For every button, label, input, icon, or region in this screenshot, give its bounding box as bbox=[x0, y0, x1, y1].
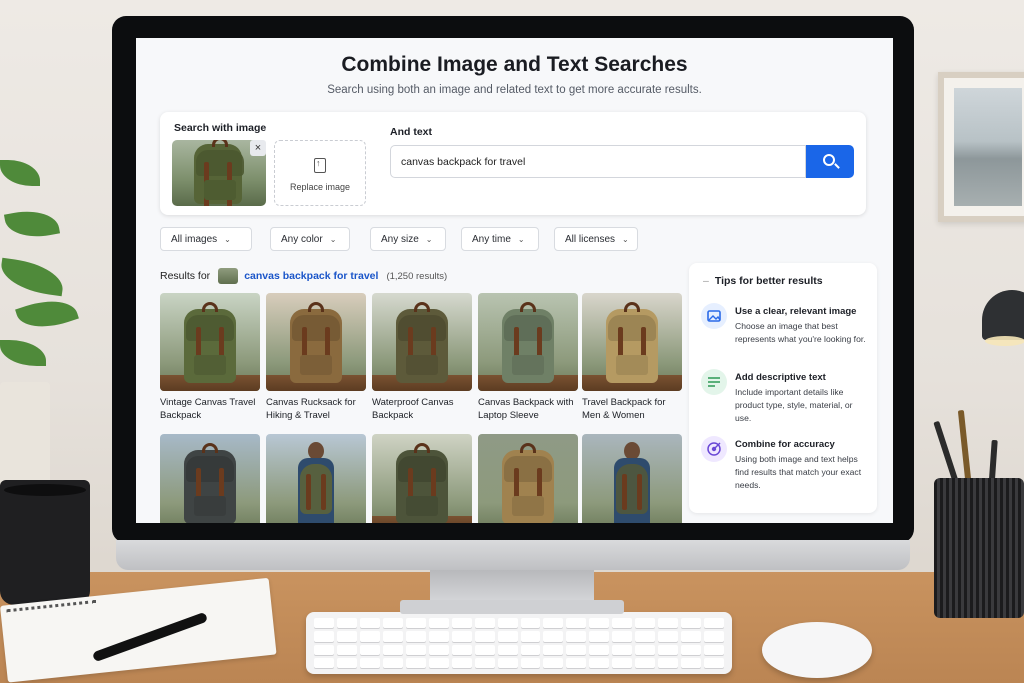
result-image[interactable] bbox=[478, 293, 578, 391]
result-item[interactable] bbox=[478, 434, 578, 523]
search-button[interactable] bbox=[806, 145, 854, 178]
chevron-down-icon: ⌄ bbox=[425, 234, 433, 244]
result-item[interactable] bbox=[160, 434, 260, 523]
remove-image-button[interactable]: × bbox=[250, 140, 266, 156]
result-image[interactable] bbox=[266, 434, 366, 523]
result-item[interactable]: Canvas Backpack with Laptop Sleeve bbox=[478, 293, 578, 422]
result-item[interactable]: Canvas Rucksack for Hiking & Travel bbox=[266, 293, 366, 422]
chevron-down-icon: ⌄ bbox=[329, 234, 337, 244]
filter-type[interactable]: All images ⌄ bbox=[160, 227, 252, 251]
result-caption[interactable]: Vintage Canvas Travel Backpack bbox=[160, 396, 260, 422]
result-image[interactable] bbox=[160, 293, 260, 391]
replace-image-button[interactable]: Replace image bbox=[274, 140, 366, 206]
result-caption[interactable]: Waterproof Canvas Backpack bbox=[372, 396, 472, 422]
results-header: Results for canvas backpack for travel (… bbox=[160, 268, 448, 284]
result-image[interactable] bbox=[582, 293, 682, 391]
text-lines-icon bbox=[701, 369, 727, 395]
target-icon bbox=[701, 436, 727, 462]
filter-time[interactable]: Any time ⌄ bbox=[461, 227, 539, 251]
filter-color[interactable]: Any color ⌄ bbox=[270, 227, 350, 251]
search-card: Search with image × Replace image And te… bbox=[160, 112, 866, 215]
plant-leaf bbox=[0, 160, 40, 186]
chevron-down-icon: ⌄ bbox=[622, 234, 629, 244]
results-count: (1,250 results) bbox=[386, 270, 448, 282]
keyboard bbox=[306, 612, 732, 674]
text-search-label: And text bbox=[390, 126, 432, 138]
result-image[interactable] bbox=[372, 293, 472, 391]
result-item[interactable]: Travel Backpack for Men & Women bbox=[582, 293, 682, 422]
result-caption[interactable]: Canvas Rucksack for Hiking & Travel bbox=[266, 396, 366, 422]
result-image[interactable] bbox=[372, 434, 472, 523]
result-image[interactable] bbox=[478, 434, 578, 523]
upload-icon bbox=[314, 158, 326, 173]
result-item[interactable]: Waterproof Canvas Backpack bbox=[372, 293, 472, 422]
pen-holder bbox=[934, 478, 1024, 618]
result-image[interactable] bbox=[160, 434, 260, 523]
desk-lamp bbox=[982, 290, 1024, 340]
screen: Combine Image and Text Searches Search u… bbox=[136, 38, 893, 523]
result-caption[interactable]: Travel Backpack for Men & Women bbox=[582, 396, 682, 422]
result-item[interactable] bbox=[372, 434, 472, 523]
wall-picture bbox=[938, 72, 1024, 222]
tips-panel: – Tips for better results Use a clear, re… bbox=[689, 263, 877, 513]
mouse bbox=[762, 622, 872, 678]
coffee-mug bbox=[0, 480, 90, 605]
result-image[interactable] bbox=[582, 434, 682, 523]
image-icon bbox=[701, 303, 727, 329]
search-input[interactable] bbox=[390, 145, 806, 178]
image-search-label: Search with image bbox=[174, 122, 267, 134]
page-title: Combine Image and Text Searches bbox=[341, 53, 688, 76]
chevron-down-icon: ⌄ bbox=[517, 234, 525, 244]
filter-license[interactable]: All licenses ⌄ bbox=[554, 227, 638, 251]
result-item[interactable] bbox=[266, 434, 366, 523]
plant-pot bbox=[0, 382, 50, 492]
result-item[interactable] bbox=[582, 434, 682, 523]
query-image-mini-thumbnail bbox=[218, 268, 239, 284]
monitor-chin bbox=[116, 540, 910, 570]
page-subtitle: Search using both an image and related t… bbox=[327, 84, 702, 96]
result-item[interactable]: Vintage Canvas Travel Backpack bbox=[160, 293, 260, 422]
result-image[interactable] bbox=[266, 293, 366, 391]
replace-image-label: Replace image bbox=[289, 182, 351, 192]
result-caption[interactable]: Canvas Backpack with Laptop Sleeve bbox=[478, 396, 578, 422]
results-query[interactable]: canvas backpack for travel bbox=[244, 270, 378, 282]
tips-title: – Tips for better results bbox=[703, 275, 823, 287]
filter-size[interactable]: Any size ⌄ bbox=[370, 227, 446, 251]
chevron-down-icon: ⌄ bbox=[224, 234, 231, 244]
